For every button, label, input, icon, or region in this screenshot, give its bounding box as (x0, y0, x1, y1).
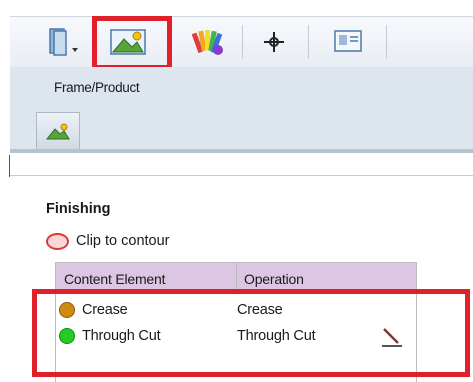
clip-to-contour-option[interactable]: Clip to contour (46, 230, 170, 252)
column-header-content-element[interactable]: Content Element (64, 271, 165, 287)
clip-to-contour-label: Clip to contour (76, 233, 170, 249)
color-palette-icon (191, 30, 223, 55)
finishing-title: Finishing (46, 201, 111, 217)
frame-product-label: Frame/Product (54, 80, 140, 95)
toolbar-separator (242, 25, 243, 59)
splitter-handle[interactable] (9, 155, 10, 177)
panel-divider (10, 149, 473, 153)
highlight-frame-product-button (92, 16, 172, 70)
id-card-button[interactable] (316, 23, 380, 61)
clip-contour-icon (46, 232, 69, 250)
column-header-operation[interactable]: Operation (244, 271, 304, 287)
highlight-table-rows (32, 289, 470, 377)
crosshair-icon (264, 32, 284, 52)
frame-product-icon (45, 123, 70, 140)
toolbar-separator (308, 25, 309, 59)
main-toolbar (10, 16, 473, 67)
section-divider (10, 175, 473, 176)
frame-product-tab[interactable] (36, 112, 80, 149)
color-palette-button[interactable] (184, 23, 232, 61)
book-dropdown-button[interactable] (36, 23, 84, 61)
toolbar-separator (386, 25, 387, 59)
book-icon (49, 28, 78, 56)
crosshair-button[interactable] (250, 23, 298, 61)
id-card-icon (334, 30, 362, 52)
